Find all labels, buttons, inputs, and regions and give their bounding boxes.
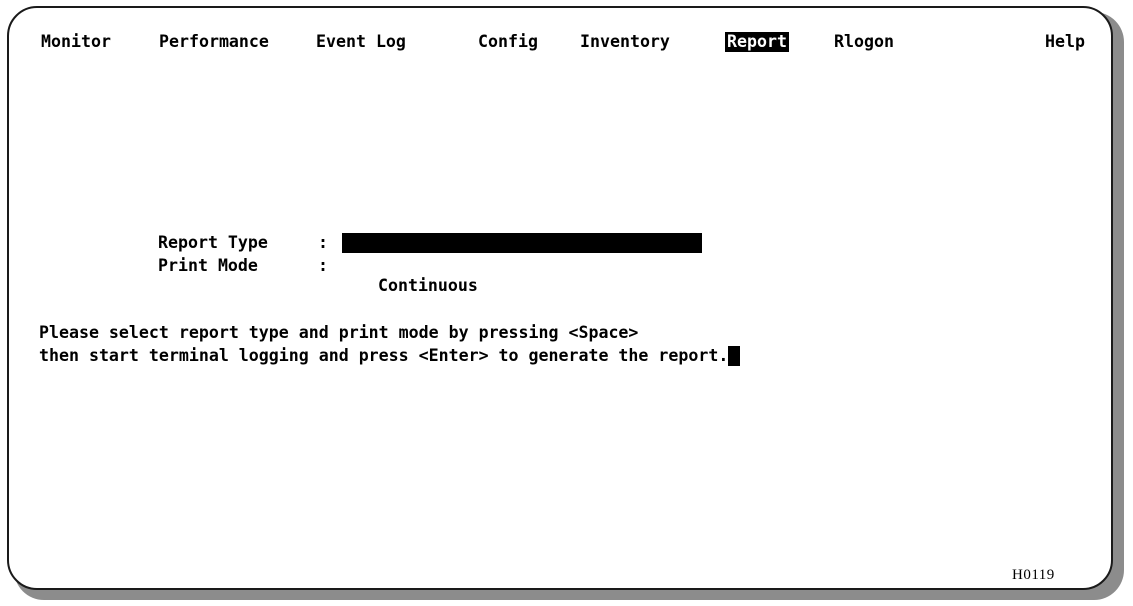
menu-monitor[interactable]: Monitor	[39, 32, 113, 52]
terminal-screen	[7, 6, 1113, 590]
print-mode-field[interactable]: Continuous	[342, 256, 702, 295]
print-mode-value: Continuous	[377, 276, 478, 295]
text-cursor	[728, 346, 741, 366]
screen-id-label: H0119	[1012, 567, 1055, 583]
report-type-colon: :	[318, 233, 328, 252]
report-type-field[interactable]: Full Report	[342, 233, 702, 272]
print-mode-label: Print Mode	[158, 256, 258, 275]
report-type-label: Report Type	[158, 233, 268, 252]
instruction-line-2: then start terminal logging and press <E…	[39, 346, 729, 365]
menu-report[interactable]: Report	[725, 32, 789, 52]
print-mode-colon: :	[318, 256, 328, 275]
instruction-line-2-row: then start terminal logging and press <E…	[39, 346, 741, 366]
menu-rlogon[interactable]: Rlogon	[832, 32, 896, 52]
menu-event-log[interactable]: Event Log	[314, 32, 408, 52]
menu-config[interactable]: Config	[476, 32, 540, 52]
menu-help[interactable]: Help	[1043, 32, 1087, 52]
menu-performance[interactable]: Performance	[157, 32, 271, 52]
menu-bar: Monitor Performance Event Log Config Inv…	[39, 32, 1085, 212]
instruction-line-1: Please select report type and print mode…	[39, 323, 639, 342]
menu-inventory[interactable]: Inventory	[578, 32, 672, 52]
